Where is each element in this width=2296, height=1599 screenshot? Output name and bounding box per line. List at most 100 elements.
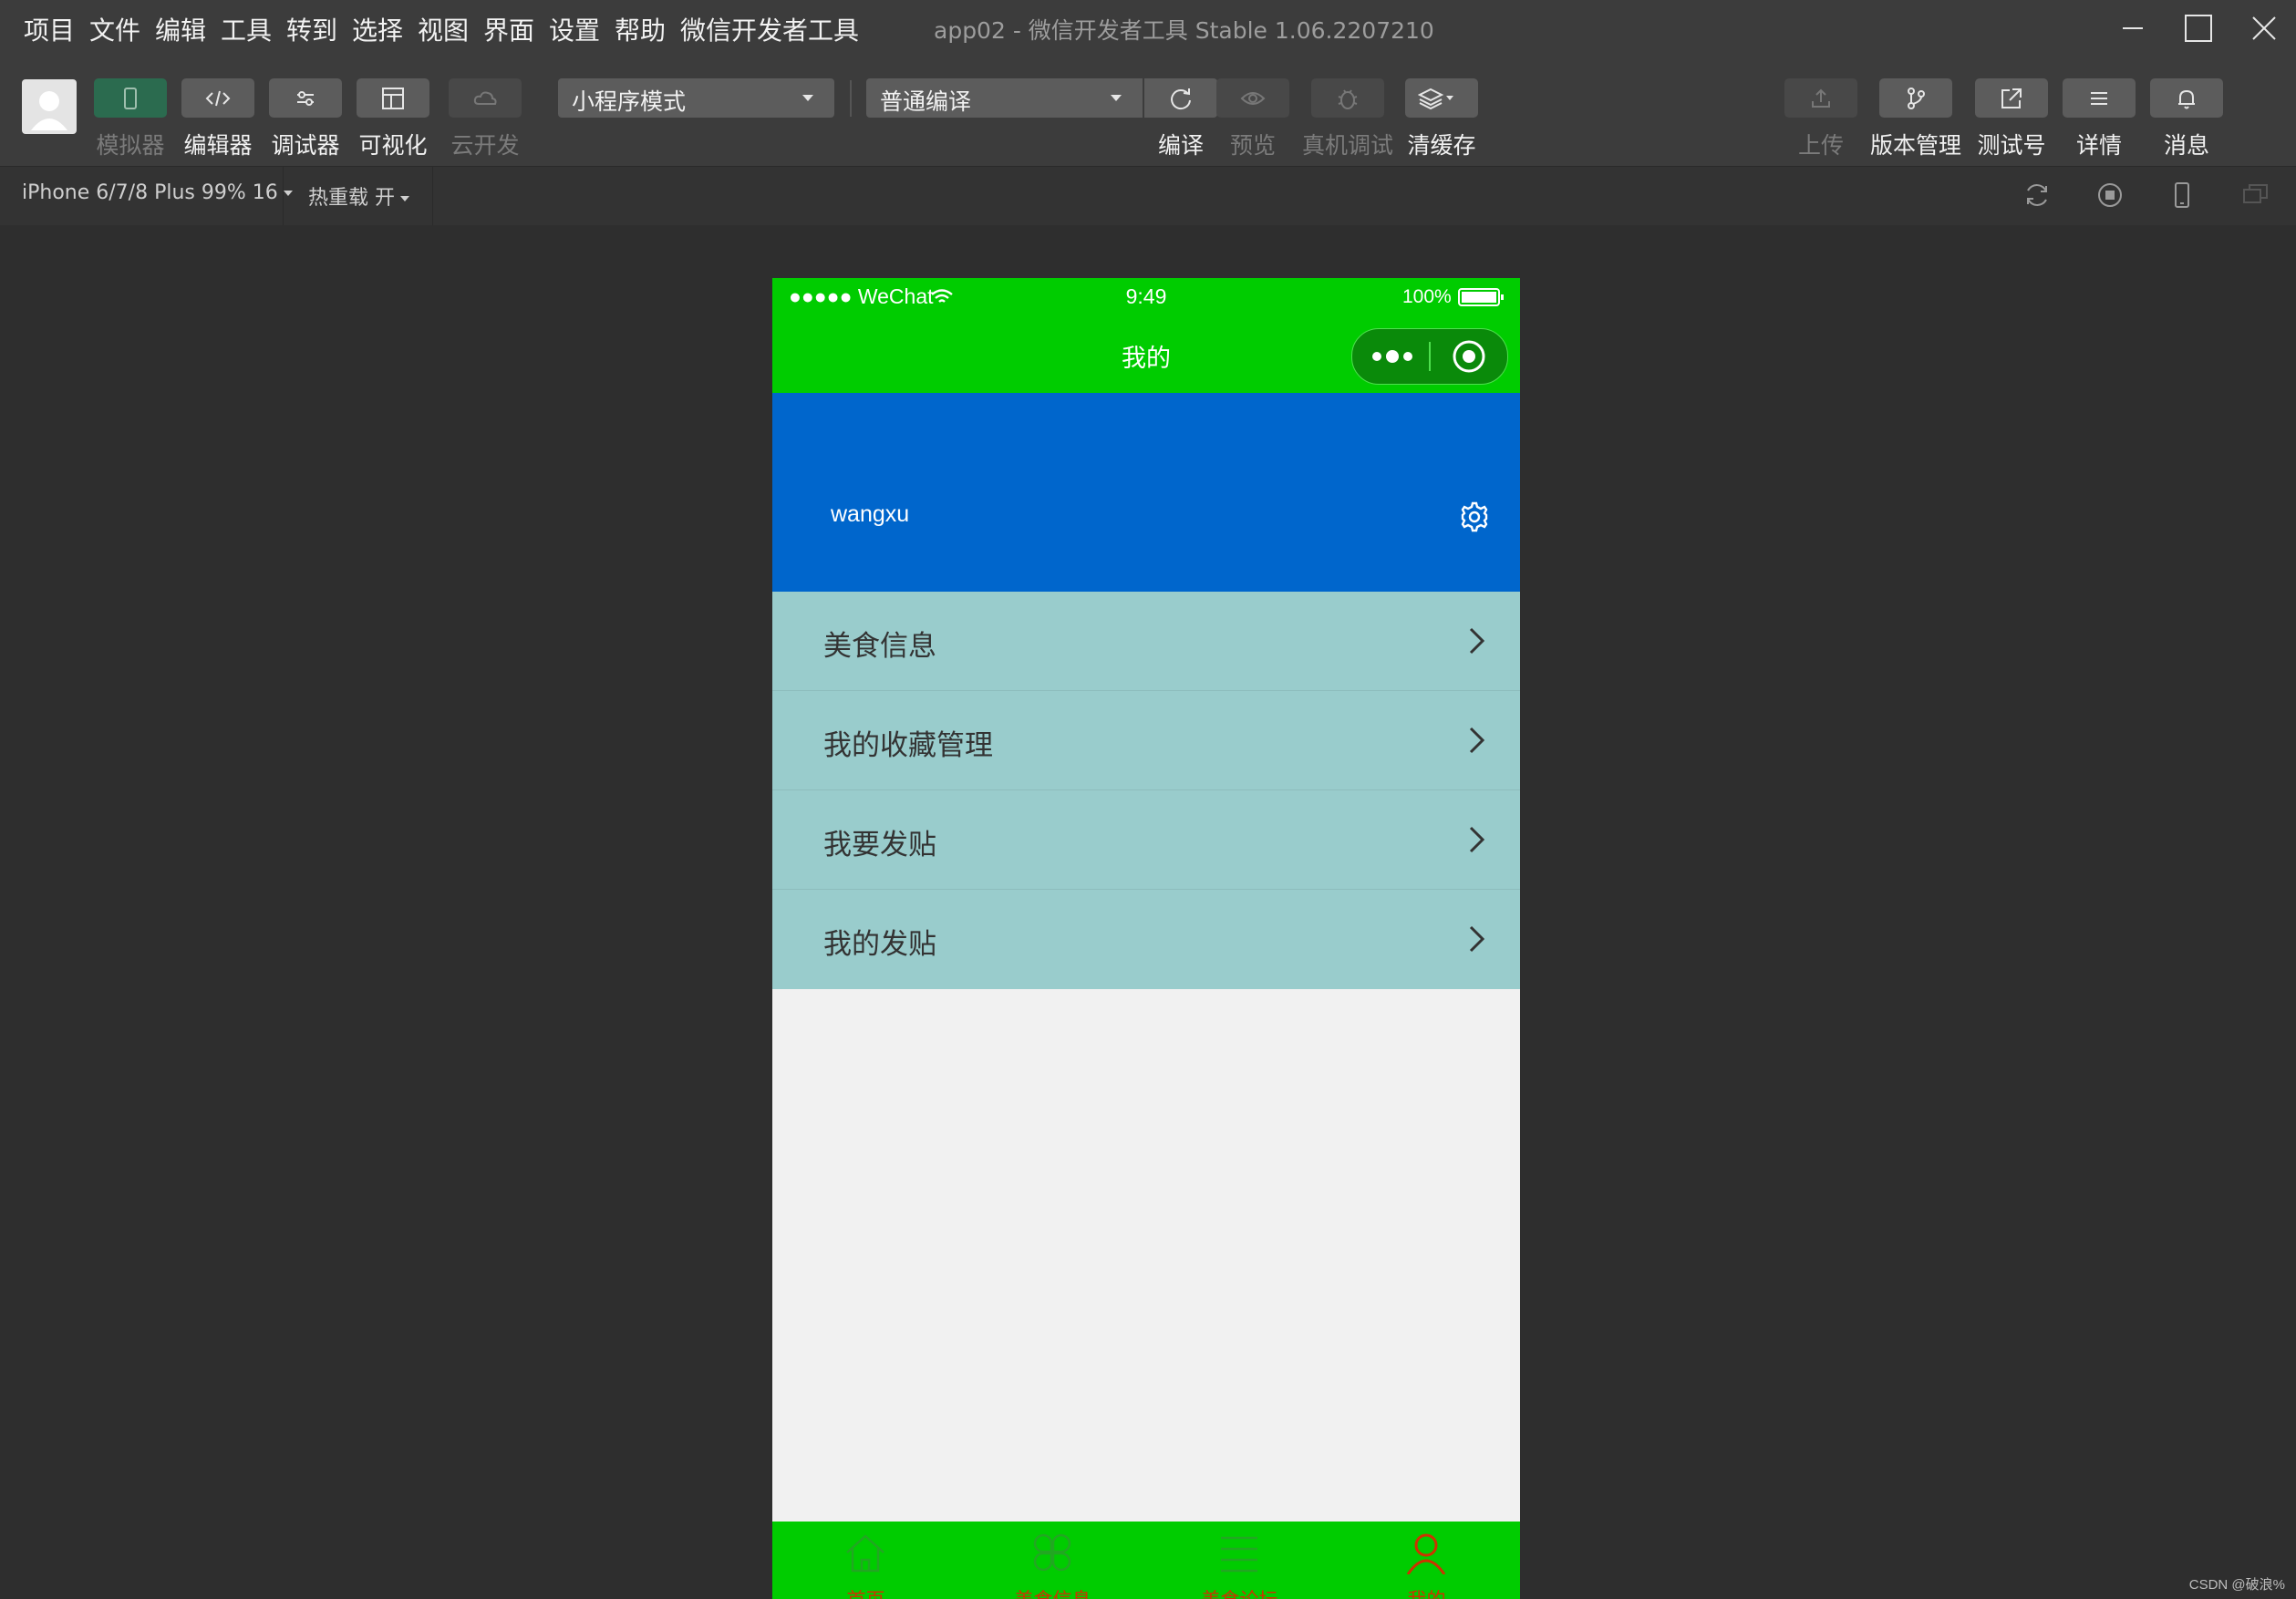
visual-button[interactable]	[357, 78, 429, 118]
menu-settings[interactable]: 设置	[549, 11, 600, 47]
stop-icon	[2098, 183, 2122, 207]
mode-select[interactable]: 小程序模式	[558, 78, 834, 118]
device-bar: iPhone 6/7/8 Plus 99% 16 热重载 开	[0, 166, 2296, 225]
menu-interface[interactable]: 界面	[483, 11, 534, 47]
watermark: CSDN @破浪%	[2188, 1577, 2285, 1593]
device-select-value: iPhone 6/7/8 Plus 99% 16	[22, 181, 278, 204]
windows-icon	[2243, 184, 2268, 203]
title-bar: 项目 文件 编辑 工具 转到 选择 视图 界面 设置 帮助 微信开发者工具 ap…	[0, 0, 2296, 57]
maximize-button[interactable]	[2177, 7, 2219, 49]
chevron-right-icon	[1469, 925, 1485, 953]
menu-wechat-devtools[interactable]: 微信开发者工具	[680, 11, 859, 47]
tab-label: 我的	[1333, 1585, 1520, 1599]
remote-debug-button[interactable]	[1311, 78, 1384, 118]
chevron-down-icon	[400, 196, 409, 201]
clear-cache-label: 清缓存	[1407, 132, 1476, 159]
more-icon[interactable]	[1369, 347, 1423, 366]
menu-row-favorites[interactable]: 我的收藏管理	[772, 691, 1520, 790]
compile-select-value: 普通编译	[880, 88, 972, 115]
clear-cache-button[interactable]	[1405, 78, 1478, 118]
compile-button[interactable]	[1144, 78, 1217, 118]
debugger-button[interactable]	[269, 78, 342, 118]
version-control-label: 版本管理	[1869, 132, 1961, 159]
remote-debug-label: 真机调试	[1301, 132, 1393, 159]
test-account-button[interactable]	[1975, 78, 2048, 118]
code-icon	[205, 90, 231, 107]
menu-row-new-post[interactable]: 我要发贴	[772, 790, 1520, 890]
menu-row-my-posts[interactable]: 我的发贴	[772, 890, 1520, 988]
messages-button[interactable]	[2150, 78, 2223, 118]
menu-select[interactable]: 选择	[352, 11, 403, 47]
close-button[interactable]	[2243, 7, 2285, 49]
gear-icon[interactable]	[1458, 500, 1491, 533]
username: wangxu	[831, 501, 910, 527]
divider	[432, 167, 433, 225]
maximize-icon	[2185, 15, 2212, 42]
tab-label: 美食论坛	[1146, 1585, 1333, 1599]
toolbar: 模拟器 编辑器 调试器 可视化 云开发 小程序模式 普通编译 编译 预览 真机调…	[0, 57, 2296, 166]
external-link-icon	[2001, 88, 2022, 108]
minimize-icon	[2123, 27, 2143, 29]
tab-label: 美食信息	[959, 1585, 1146, 1599]
simulator-button[interactable]	[94, 78, 167, 118]
device-select[interactable]: iPhone 6/7/8 Plus 99% 16	[22, 181, 293, 204]
tab-home[interactable]: 首页	[772, 1522, 959, 1599]
menu-goto[interactable]: 转到	[286, 11, 337, 47]
menu-tools[interactable]: 工具	[221, 11, 272, 47]
divider	[283, 167, 284, 225]
layers-icon	[1418, 88, 1453, 110]
menu-edit[interactable]: 编辑	[155, 11, 206, 47]
avatar[interactable]	[22, 79, 77, 134]
user-avatar-icon	[31, 91, 67, 130]
cloud-label: 云开发	[450, 132, 520, 159]
hot-reload-toggle[interactable]: 热重载 开	[308, 181, 409, 211]
menu-view[interactable]: 视图	[418, 11, 469, 47]
minimize-button[interactable]	[2112, 7, 2154, 49]
close-icon	[2252, 16, 2276, 40]
detach-window-button[interactable]	[2240, 180, 2271, 211]
tab-label: 首页	[772, 1585, 959, 1599]
cloud-icon	[473, 91, 497, 105]
menu-help[interactable]: 帮助	[615, 11, 666, 47]
menu-file[interactable]: 文件	[89, 11, 140, 47]
hot-reload-value: 热重载 开	[308, 187, 395, 210]
device-frame-button[interactable]	[2167, 180, 2198, 211]
editor-button[interactable]	[181, 78, 254, 118]
chevron-down-icon	[802, 95, 813, 101]
rotate-button[interactable]	[2022, 180, 2053, 211]
bug-icon	[1338, 89, 1358, 109]
tab-food-info[interactable]: 美食信息	[959, 1522, 1146, 1599]
menu-row-label: 我要发贴	[823, 829, 936, 861]
version-control-button[interactable]	[1879, 78, 1952, 118]
details-button[interactable]	[2063, 78, 2136, 118]
chevron-down-icon	[1111, 95, 1122, 101]
cloud-button[interactable]	[449, 78, 522, 118]
sliders-icon	[297, 91, 314, 106]
branch-icon	[1908, 88, 1925, 109]
divider	[850, 80, 852, 117]
menu-row-label: 我的发贴	[823, 928, 936, 961]
refresh-icon	[1171, 88, 1191, 110]
menu-row-label: 美食信息	[823, 630, 936, 663]
stop-button[interactable]	[2094, 180, 2125, 211]
close-miniprogram-icon[interactable]	[1451, 338, 1487, 375]
messages-label: 消息	[2163, 132, 2209, 159]
phone-status-bar: ●●●●● WeChat 9:49 100%	[772, 278, 1520, 315]
upload-icon	[1812, 88, 1830, 108]
phone-nav-bar: 我的	[772, 315, 1520, 393]
menu-row-food-info[interactable]: 美食信息	[772, 592, 1520, 691]
phone-icon	[124, 88, 137, 109]
upload-button[interactable]	[1784, 78, 1857, 118]
menu-project[interactable]: 项目	[24, 11, 75, 47]
menu-row-label: 我的收藏管理	[823, 729, 993, 762]
tab-mine[interactable]: 我的	[1333, 1522, 1520, 1599]
tab-food-forum[interactable]: 美食论坛	[1146, 1522, 1333, 1599]
preview-button[interactable]	[1216, 78, 1289, 118]
chevron-right-icon	[1469, 627, 1485, 655]
chevron-right-icon	[1469, 826, 1485, 853]
preview-label: 预览	[1229, 132, 1276, 159]
home-icon	[846, 1534, 884, 1573]
compile-select[interactable]: 普通编译	[866, 78, 1143, 118]
chevron-right-icon	[1469, 727, 1485, 754]
tab-bar: 首页 美食信息 美食论坛 我的	[772, 1522, 1520, 1599]
